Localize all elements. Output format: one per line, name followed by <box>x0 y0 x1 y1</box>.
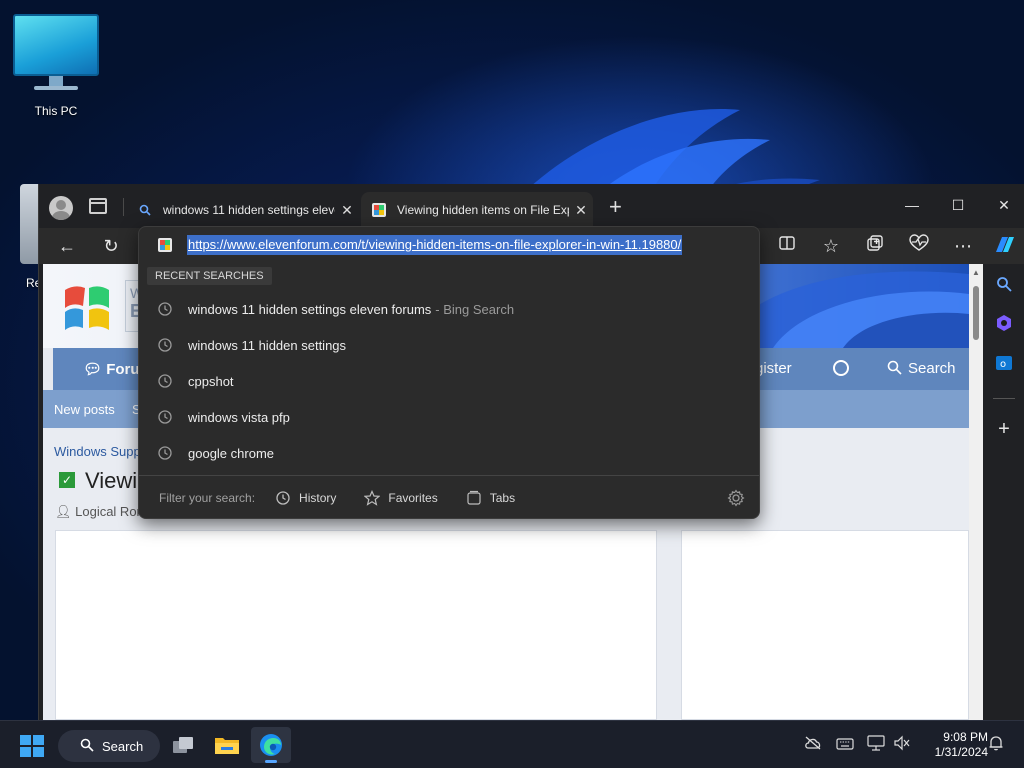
side-panel <box>681 530 969 720</box>
scroll-thumb[interactable] <box>973 286 979 340</box>
filter-favorites-button[interactable]: Favorites <box>364 490 438 506</box>
favorites-icon[interactable]: ☆ <box>819 234 843 258</box>
tab-bing-search[interactable]: windows 11 hidden settings eleven forums… <box>127 192 359 228</box>
suggestion-row[interactable]: google chrome <box>139 435 759 471</box>
suggestion-row[interactable]: windows 11 hidden settings <box>139 327 759 363</box>
onedrive-offline-icon[interactable] <box>803 735 823 755</box>
copilot-icon[interactable] <box>993 234 1017 258</box>
site-logo[interactable] <box>61 282 113 334</box>
minimize-button[interactable]: — <box>889 190 935 220</box>
recent-searches-heading: RECENT SEARCHES <box>147 267 272 285</box>
suggestion-text: windows 11 hidden settings eleven forums <box>188 301 432 317</box>
windows-logo-icon <box>20 735 31 745</box>
volume-muted-icon[interactable] <box>892 735 912 755</box>
filter-history-button[interactable]: History <box>275 490 336 506</box>
user-icon: 👤︎ <box>55 504 76 519</box>
tab-actions-icon[interactable] <box>89 198 107 214</box>
filter-label: Filter your search: <box>159 491 256 505</box>
suggestion-text: google chrome <box>188 445 274 461</box>
solved-check-icon: ✓ <box>59 472 75 488</box>
browser-essentials-icon[interactable] <box>907 234 931 258</box>
suggestion-source: - Bing Search <box>435 301 515 317</box>
keyboard-icon[interactable] <box>835 735 855 755</box>
suggestion-text: cppshot <box>188 373 234 389</box>
new-tab-button[interactable]: + <box>609 196 622 218</box>
nav-register[interactable]: gister <box>755 360 792 377</box>
notification-bell-icon[interactable] <box>986 735 1006 755</box>
settings-gear-icon[interactable] <box>727 489 745 507</box>
tab-title: windows 11 hidden settings eleven forums… <box>163 203 335 217</box>
svg-text:o: o <box>1000 359 1006 370</box>
outlook-icon[interactable]: o <box>993 354 1015 376</box>
edge-icon[interactable] <box>251 727 291 763</box>
taskbar-search-label: Search <box>102 738 144 754</box>
refresh-icon[interactable]: ↻ <box>99 234 123 258</box>
subnav-new-posts[interactable]: New posts <box>54 402 115 417</box>
tab-title: Viewing hidden items on File Explorer in… <box>397 203 569 217</box>
recycle-bin-icon[interactable] <box>20 184 40 264</box>
tab-viewing-hidden-items[interactable]: Viewing hidden items on File Explorer in… <box>361 192 593 228</box>
breadcrumb[interactable]: Windows Supp <box>54 444 141 459</box>
thread-author[interactable]: 👤︎ Logical Ron <box>55 504 144 520</box>
monitor-icon <box>13 14 99 76</box>
maximize-button[interactable]: ☐ <box>935 190 981 220</box>
tabs-icon <box>467 490 481 505</box>
address-input[interactable]: https://www.elevenforum.com/t/viewing-hi… <box>187 235 683 255</box>
split-screen-icon[interactable] <box>775 234 799 258</box>
history-icon <box>158 302 172 316</box>
page-scrollbar[interactable]: ▲ <box>969 264 983 720</box>
back-icon[interactable]: ← <box>55 234 79 258</box>
more-icon[interactable]: ⋯ <box>951 234 975 258</box>
clock-date: 1/31/2024 <box>934 745 988 759</box>
history-icon <box>158 410 172 424</box>
page-title: Viewi <box>85 468 138 493</box>
add-icon[interactable]: + <box>993 418 1015 440</box>
history-icon <box>276 491 290 505</box>
collections-icon[interactable] <box>863 234 887 258</box>
filter-tabs-button[interactable]: Tabs <box>466 490 515 506</box>
suggestion-text: windows vista pfp <box>188 409 290 425</box>
post-panel <box>55 530 657 720</box>
search-icon <box>887 360 902 375</box>
address-bar-dropdown: https://www.elevenforum.com/t/viewing-hi… <box>138 226 760 519</box>
profile-avatar[interactable] <box>49 196 73 220</box>
file-explorer-icon[interactable] <box>207 727 247 763</box>
this-pc-label: This PC <box>34 104 78 118</box>
task-view-icon[interactable] <box>163 727 203 763</box>
search-icon <box>137 202 153 218</box>
eleven-forum-favicon <box>371 202 387 218</box>
system-clock[interactable]: 9:08 PM 1/31/2024 <box>918 730 988 760</box>
history-icon <box>158 374 172 388</box>
suggestion-text: windows 11 hidden settings <box>188 337 347 353</box>
network-icon[interactable] <box>866 735 886 755</box>
taskbar-search[interactable]: Search <box>58 730 160 762</box>
chat-icon: 💬︎ <box>83 361 107 378</box>
close-window-button[interactable]: ✕ <box>981 190 1024 220</box>
suggestion-row[interactable]: windows vista pfp <box>139 399 759 435</box>
eleven-forum-favicon <box>158 238 172 252</box>
copilot-apps-icon[interactable] <box>993 314 1015 336</box>
close-tab-icon[interactable]: ✕ <box>569 202 593 219</box>
scroll-up-icon[interactable]: ▲ <box>972 268 980 277</box>
search-icon <box>80 738 94 755</box>
star-icon <box>364 490 381 506</box>
this-pc-desktop-icon[interactable]: This PC <box>10 14 102 124</box>
history-icon <box>158 338 172 352</box>
close-tab-icon[interactable]: ✕ <box>335 202 359 219</box>
clock-time: 9:08 PM <box>943 730 988 744</box>
edge-sidebar: o + <box>983 264 1024 720</box>
search-filter-bar: Filter your search: History Favorites Ta… <box>159 487 749 509</box>
suggestion-row[interactable]: windows 11 hidden settings eleven forums… <box>139 291 759 327</box>
tab-strip: windows 11 hidden settings eleven forums… <box>39 184 1024 228</box>
suggestion-row[interactable]: cppshot <box>139 363 759 399</box>
nav-search[interactable]: Search <box>887 360 956 377</box>
history-icon <box>158 446 172 460</box>
theme-toggle-icon[interactable] <box>833 360 849 376</box>
search-icon[interactable] <box>993 276 1015 298</box>
start-button[interactable] <box>20 735 44 757</box>
taskbar: Search 9:08 PM 1/31/2024 <box>0 720 1024 768</box>
